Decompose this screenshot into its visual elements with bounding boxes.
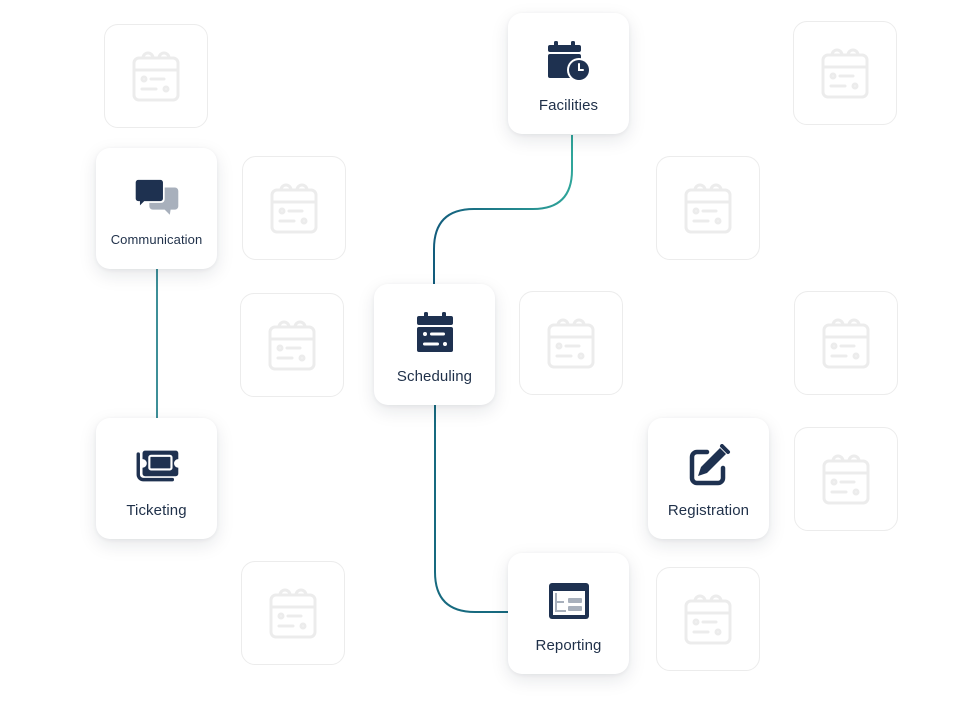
- edge-scheduling-reporting: [434, 405, 508, 613]
- node-label: Reporting: [535, 637, 602, 654]
- edge-facilities-scheduling: [433, 135, 573, 284]
- node-communication[interactable]: Communication: [96, 148, 217, 269]
- node-label: Scheduling: [396, 368, 473, 385]
- calendar-clock-icon: [546, 39, 592, 83]
- node-label: Registration: [667, 502, 750, 519]
- calendar-icon: [412, 310, 458, 354]
- node-reporting[interactable]: Reporting: [508, 553, 629, 674]
- node-label: Facilities: [538, 97, 599, 114]
- node-ticketing[interactable]: Ticketing: [96, 418, 217, 539]
- ticket-icon: [134, 444, 180, 488]
- chat-bubbles-icon: [133, 174, 180, 218]
- node-label: Ticketing: [126, 502, 187, 519]
- node-scheduling[interactable]: Scheduling: [374, 284, 495, 405]
- report-window-icon: [546, 579, 592, 623]
- node-label: Communication: [110, 232, 203, 247]
- node-facilities[interactable]: Facilities: [508, 13, 629, 134]
- integration-diagram: Facilities Communication Scheduling Tick…: [0, 0, 971, 707]
- edit-icon: [686, 444, 732, 488]
- node-registration[interactable]: Registration: [648, 418, 769, 539]
